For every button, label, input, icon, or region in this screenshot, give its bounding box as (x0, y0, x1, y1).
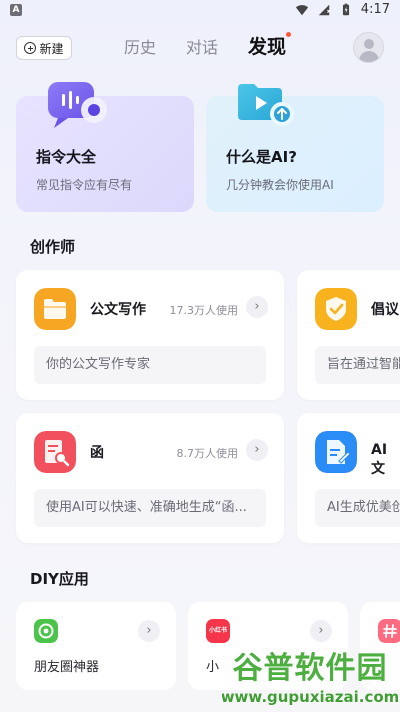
signal-icon (318, 4, 331, 15)
user-avatar[interactable] (353, 32, 384, 63)
feature-title: 指令大全 (36, 148, 97, 166)
avatar-head (364, 39, 374, 49)
video-upload-icon (238, 84, 294, 126)
avatar-body (359, 51, 379, 62)
xiaohongshu-icon: 小红书 (206, 619, 230, 643)
watermark-logo: 谷普软件园 www.gupuxiazai.com (222, 650, 398, 706)
new-chat-button[interactable]: 新建 (16, 36, 72, 60)
chevron-right-icon[interactable]: › (138, 620, 160, 642)
voice-chat-icon (48, 82, 107, 128)
usage-count: 17.3万人使用 (169, 304, 239, 317)
creator-card[interactable]: 公文写作 17.3万人使用 › 你的公文写作专家 (16, 270, 284, 400)
tab-discover-label: 发现 (248, 36, 287, 58)
section-title-diy: DIY应用 (30, 570, 89, 588)
chevron-right-icon[interactable]: › (310, 620, 332, 642)
creator-title: 函 (90, 445, 104, 461)
diy-card[interactable]: › 朋友圈神器 (16, 602, 176, 690)
tab-chat[interactable]: 对话 (186, 34, 218, 58)
tab-discover[interactable]: 发现 (248, 32, 292, 59)
creator-description: 你的公文写作专家 (34, 346, 266, 384)
notification-badge: A (10, 4, 22, 16)
battery-icon (342, 3, 349, 15)
tab-history[interactable]: 历史 (124, 34, 156, 58)
creator-description: 旨在通过智能 (315, 346, 400, 384)
feature-card-commands[interactable]: 指令大全 常见指令应有尽有 (16, 82, 194, 212)
document-search-icon (34, 431, 76, 473)
creator-title: AI文 (371, 442, 388, 477)
creator-description: 使用AI可以快速、准确地生成“函... (34, 489, 266, 527)
creator-title: 公文写作 (90, 302, 146, 318)
creator-description: AI生成优美创 (315, 489, 400, 527)
top-header: 新建 历史 对话 发现 (0, 30, 400, 66)
status-bar: A 4:17 (0, 0, 400, 24)
creator-card[interactable]: AI文 AI生成优美创 (297, 413, 400, 543)
feature-subtitle: 常见指令应有尽有 (36, 178, 133, 192)
section-title-creators: 创作师 (30, 238, 76, 256)
creator-card[interactable]: 倡议 旨在通过智能 (297, 270, 400, 400)
diy-title: 朋友圈神器 (34, 660, 100, 675)
camera-aperture-icon (34, 619, 58, 643)
hashtag-icon (378, 619, 400, 643)
active-dot (286, 32, 292, 37)
feature-subtitle: 几分钟教会你使用AI (226, 178, 334, 192)
watermark-text: 谷普软件园 (233, 651, 388, 686)
creator-card[interactable]: 函 8.7万人使用 › 使用AI可以快速、准确地生成“函... (16, 413, 284, 543)
chevron-right-icon[interactable]: › (246, 296, 268, 318)
folder-icon (34, 288, 76, 330)
status-icons: 4:17 (295, 2, 390, 17)
clock: 4:17 (360, 2, 390, 17)
usage-count: 8.7万人使用 (176, 447, 239, 460)
watermark-url: www.gupuxiazai.com (222, 688, 398, 706)
plus-circle-icon (24, 42, 37, 54)
feature-title: 什么是AI? (226, 148, 297, 166)
shield-check-icon (315, 288, 357, 330)
wifi-icon (295, 4, 308, 15)
chevron-right-icon[interactable]: › (246, 439, 268, 461)
feature-card-what-is-ai[interactable]: 什么是AI? 几分钟教会你使用AI (206, 84, 384, 212)
main-tabs: 历史 对话 发现 (124, 32, 292, 59)
new-button-label: 新建 (39, 41, 64, 56)
diy-title: 小 (206, 660, 220, 675)
creator-title: 倡议 (371, 302, 399, 318)
document-edit-icon (315, 431, 357, 473)
